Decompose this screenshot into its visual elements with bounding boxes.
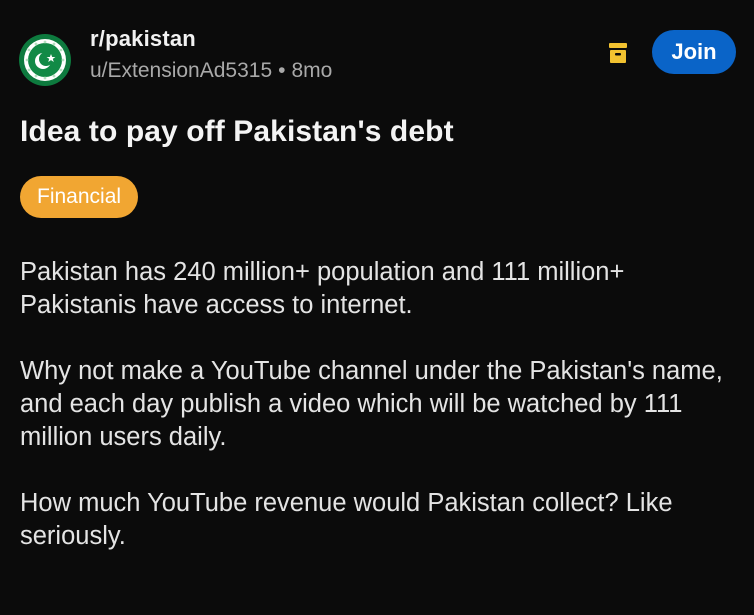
- join-button[interactable]: Join: [652, 30, 736, 74]
- subreddit-avatar-icon[interactable]: [18, 33, 72, 87]
- mod-tools-icon[interactable]: [604, 39, 632, 67]
- post-byline: u/ExtensionAd5315 • 8mo: [90, 57, 332, 85]
- post-flair[interactable]: Financial: [20, 176, 139, 218]
- reddit-post: r/pakistan u/ExtensionAd5315 • 8mo Join Id…: [0, 0, 754, 615]
- post-age: 8mo: [291, 59, 333, 82]
- post-meta: r/pakistan u/ExtensionAd5315 • 8mo: [90, 25, 332, 85]
- post-paragraph: Why not make a YouTube channel under the…: [20, 357, 723, 451]
- subreddit-name[interactable]: r/pakistan: [90, 25, 332, 53]
- post-body: Pakistan has 240 million+ population and…: [20, 256, 745, 586]
- post-title[interactable]: Idea to pay off Pakistan's debt: [20, 113, 740, 151]
- post-header: r/pakistan u/ExtensionAd5315 • 8mo Join: [18, 25, 736, 87]
- post-paragraph: How much YouTube revenue would Pakistan …: [20, 489, 673, 550]
- author-name[interactable]: u/ExtensionAd5315: [90, 59, 272, 82]
- post-paragraph: Pakistan has 240 million+ population and…: [20, 258, 625, 319]
- meta-separator: •: [278, 59, 286, 82]
